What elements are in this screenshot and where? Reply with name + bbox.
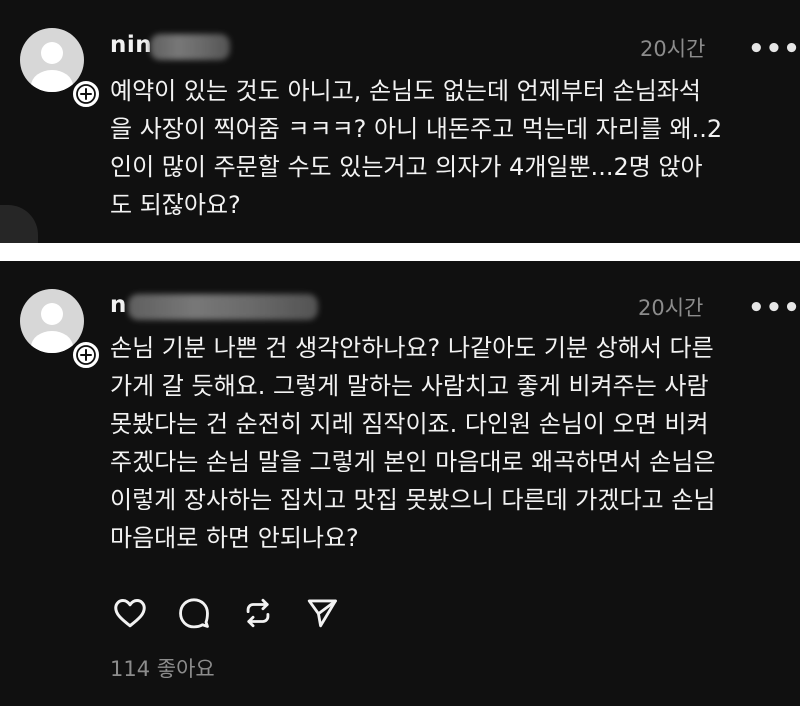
repost-icon[interactable] <box>238 593 278 633</box>
more-options-button[interactable]: ••• <box>748 295 800 321</box>
thread-connector <box>0 205 38 243</box>
avatar-group[interactable] <box>20 289 106 375</box>
comment-card-1: nin 20시간 ••• 예약이 있는 것도 아니고, 손님도 없는데 언제부터… <box>0 0 800 243</box>
username[interactable]: nin <box>110 32 152 58</box>
timestamp: 20시간 <box>640 37 706 61</box>
avatar-group[interactable] <box>20 28 106 114</box>
heart-icon[interactable] <box>110 593 150 633</box>
comment-text: 손님 기분 나쁜 건 생각안하나요? 나같아도 기분 상해서 다른 가게 갈 듯… <box>110 334 716 552</box>
action-bar <box>110 593 342 633</box>
send-icon[interactable] <box>302 593 342 633</box>
plus-icon[interactable] <box>70 339 102 371</box>
plus-icon[interactable] <box>70 78 102 110</box>
more-options-button[interactable]: ••• <box>748 36 800 62</box>
comment-text: 예약이 있는 것도 아니고, 손님도 없는데 언제부터 손님좌석 을 사장이 찍… <box>110 77 723 219</box>
timestamp: 20시간 <box>638 296 704 320</box>
comment-card-2: n 20시간 ••• 손님 기분 나쁜 건 생각안하나요? 나같아도 기분 상해… <box>0 261 800 706</box>
redaction-smudge <box>128 294 318 320</box>
comment-icon[interactable] <box>174 593 214 633</box>
username[interactable]: n <box>110 292 127 318</box>
redaction-smudge <box>150 34 230 60</box>
like-count[interactable]: 114 좋아요 <box>110 653 215 683</box>
